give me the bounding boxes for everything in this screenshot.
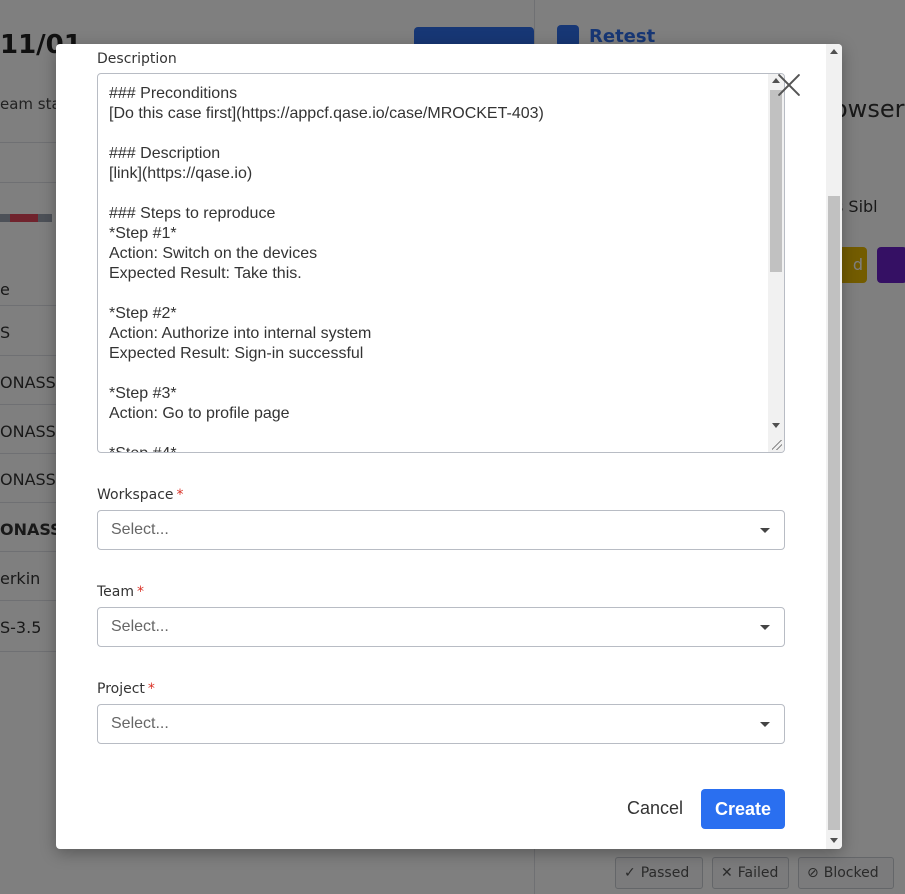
scroll-down-arrow-icon[interactable] (772, 423, 780, 428)
create-button[interactable]: Create (701, 789, 785, 829)
description-textarea[interactable]: ### Preconditions [Do this case first](h… (97, 73, 785, 453)
required-marker: * (147, 681, 155, 697)
modal-scrollbar-thumb[interactable] (828, 196, 840, 830)
required-marker: * (176, 487, 184, 503)
description-label: Description (97, 51, 177, 67)
project-placeholder: Select... (111, 715, 169, 732)
close-icon[interactable] (776, 72, 802, 98)
workspace-placeholder: Select... (111, 521, 169, 538)
project-label-text: Project (97, 681, 145, 697)
project-label: Project * (97, 681, 155, 697)
scroll-up-arrow-icon[interactable] (830, 49, 838, 54)
chevron-down-icon (760, 625, 770, 630)
team-label-text: Team (97, 584, 135, 600)
workspace-label-text: Workspace (97, 487, 174, 503)
textarea-scrollbar[interactable] (768, 74, 784, 452)
description-label-text: Description (97, 51, 177, 67)
cancel-button[interactable]: Cancel (627, 798, 683, 819)
required-marker: * (137, 584, 145, 600)
project-select[interactable]: Select... (97, 704, 785, 744)
workspace-label: Workspace * (97, 487, 184, 503)
team-select[interactable]: Select... (97, 607, 785, 647)
team-label: Team * (97, 584, 144, 600)
chevron-down-icon (760, 722, 770, 727)
description-text[interactable]: ### Preconditions [Do this case first](h… (109, 84, 764, 452)
textarea-scrollbar-thumb[interactable] (770, 90, 782, 272)
workspace-select[interactable]: Select... (97, 510, 785, 550)
create-issue-modal: Description ### Preconditions [Do this c… (56, 44, 842, 849)
team-placeholder: Select... (111, 618, 169, 635)
scroll-down-arrow-icon[interactable] (830, 838, 838, 843)
chevron-down-icon (760, 528, 770, 533)
modal-scrollbar[interactable] (826, 44, 842, 849)
resize-handle-icon[interactable] (772, 440, 782, 450)
